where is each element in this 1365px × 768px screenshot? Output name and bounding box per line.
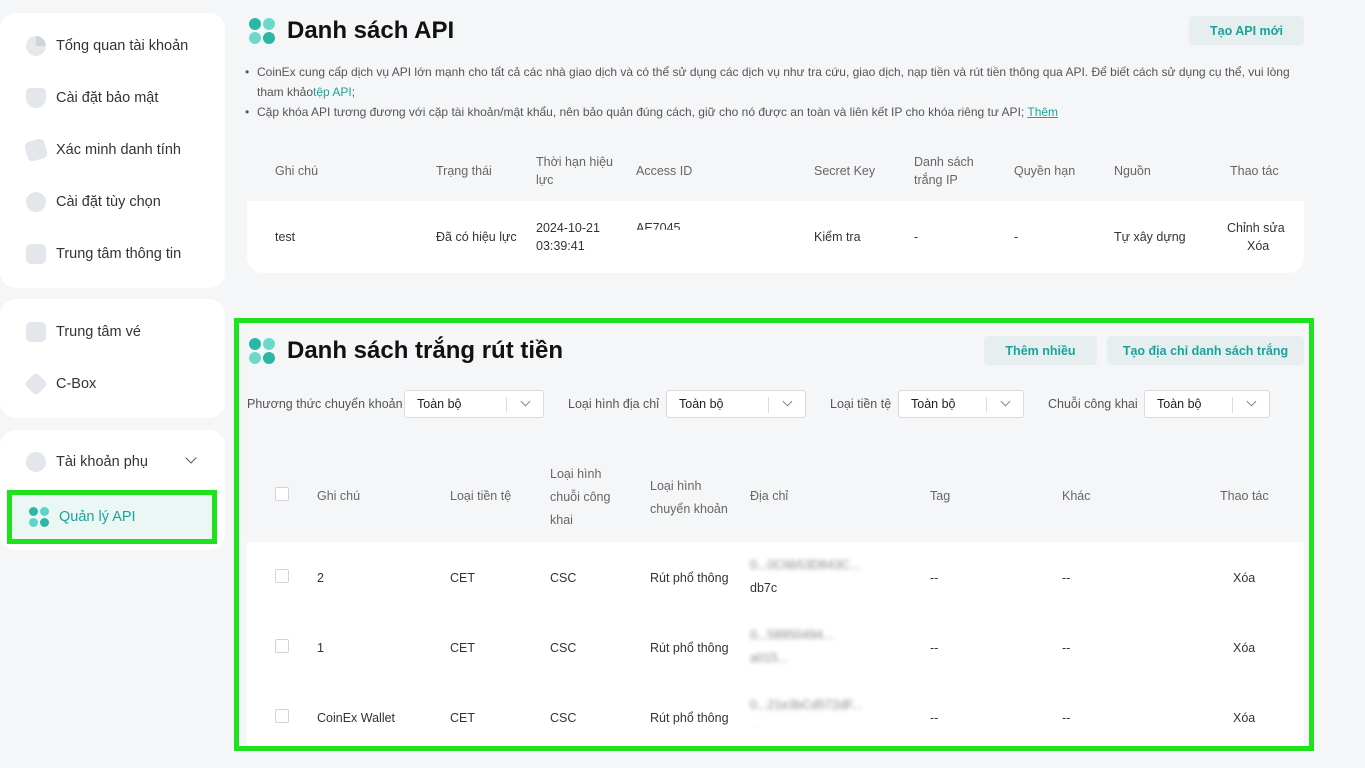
col-status: Trạng thái [436, 164, 492, 178]
api-notes: CoinEx cung cấp dịch vụ API lớn mạnh cho… [245, 62, 1300, 122]
ticket-icon [26, 322, 46, 342]
api-row-source: Tự xây dựng [1114, 230, 1186, 244]
sidebar-card-support: Trung tâm vé C-Box [0, 299, 225, 418]
sidebar: Tổng quan tài khoản Cài đặt bảo mật Xác … [0, 0, 232, 768]
sidebar-item-message-center[interactable]: Trung tâm thông tin [0, 234, 225, 274]
id-badge-icon [23, 137, 49, 163]
message-icon [26, 244, 46, 264]
sidebar-item-sub-account[interactable]: Tài khoản phụ [0, 442, 225, 482]
sidebar-item-preferences[interactable]: Cài đặt tùy chọn [0, 182, 225, 222]
create-api-button[interactable]: Tạo API mới [1189, 16, 1304, 45]
api-row-expiry-date: 2024-10-21 [536, 221, 600, 235]
col-secret-key: Secret Key [814, 164, 876, 178]
api-row-status: Đã có hiệu lực [436, 230, 517, 244]
api-section-heading: Danh sách API [249, 17, 454, 45]
col-note: Ghi chú [275, 164, 319, 178]
sidebar-item-label: Tài khoản phụ [56, 454, 148, 470]
sidebar-item-label: Cài đặt bảo mật [56, 90, 159, 106]
pie-chart-icon [26, 36, 46, 56]
sidebar-item-ticket-center[interactable]: Trung tâm vé [0, 312, 225, 352]
sidebar-item-account-overview[interactable]: Tổng quan tài khoản [0, 26, 225, 66]
api-table: Ghi chú Trạng thái Thời hạn hiệu lực Acc… [247, 141, 1304, 273]
col-source: Nguồn [1114, 164, 1151, 178]
sidebar-item-label: Tổng quan tài khoản [56, 38, 189, 54]
sidebar-item-label: C-Box [56, 376, 97, 392]
sidebar-item-label: Quản lý API [59, 509, 136, 525]
delete-link[interactable]: Xóa [1247, 237, 1269, 255]
sidebar-item-security-settings[interactable]: Cài đặt bảo mật [0, 78, 225, 118]
whitelist-highlight-frame [234, 318, 1314, 751]
api-row-expiry-time: 03:39:41 [536, 239, 585, 253]
settings-icon [26, 192, 46, 212]
api-doc-link[interactable]: tệp API [313, 85, 352, 99]
col-ip-whitelist: Danh sách trắng IP [914, 155, 974, 187]
sidebar-item-label: Trung tâm thông tin [56, 246, 182, 262]
col-permission: Quyền hạn [1014, 164, 1076, 178]
api-row-access-id: AE7045 [636, 221, 681, 235]
chevron-down-icon[interactable] [185, 452, 197, 464]
sidebar-item-label: Cài đặt tùy chọn [56, 194, 161, 210]
edit-link[interactable]: Chỉnh sửa [1227, 219, 1285, 237]
api-row-permission: - [1014, 230, 1019, 244]
more-link[interactable]: Thêm [1027, 105, 1058, 119]
check-secret-key-link[interactable]: Kiểm tra [814, 228, 861, 246]
sidebar-card-account: Tổng quan tài khoản Cài đặt bảo mật Xác … [0, 13, 225, 288]
sidebar-item-api-management[interactable]: Quản lý API [7, 490, 217, 544]
col-action: Thao tác [1230, 164, 1279, 178]
sidebar-item-label: Xác minh danh tính [56, 142, 181, 158]
api-logo-icon [29, 507, 49, 527]
api-row-note: test [275, 230, 296, 244]
api-logo-icon [249, 18, 275, 44]
col-access-id: Access ID [636, 164, 693, 178]
sidebar-item-label: Trung tâm vé [56, 324, 141, 340]
sub-account-icon [26, 452, 46, 472]
box-icon [23, 371, 49, 397]
api-note-2: Cặp khóa API tương đương với cặp tài kho… [245, 102, 1300, 122]
col-expiry: Thời hạn hiệu lực [536, 155, 613, 187]
api-row-ip: - [914, 230, 919, 244]
page-title: Danh sách API [287, 17, 455, 44]
sidebar-item-c-box[interactable]: C-Box [0, 364, 225, 404]
api-note-1: CoinEx cung cấp dịch vụ API lớn mạnh cho… [245, 62, 1300, 102]
sidebar-item-identity-verification[interactable]: Xác minh danh tính [0, 130, 225, 170]
shield-icon [26, 88, 46, 108]
